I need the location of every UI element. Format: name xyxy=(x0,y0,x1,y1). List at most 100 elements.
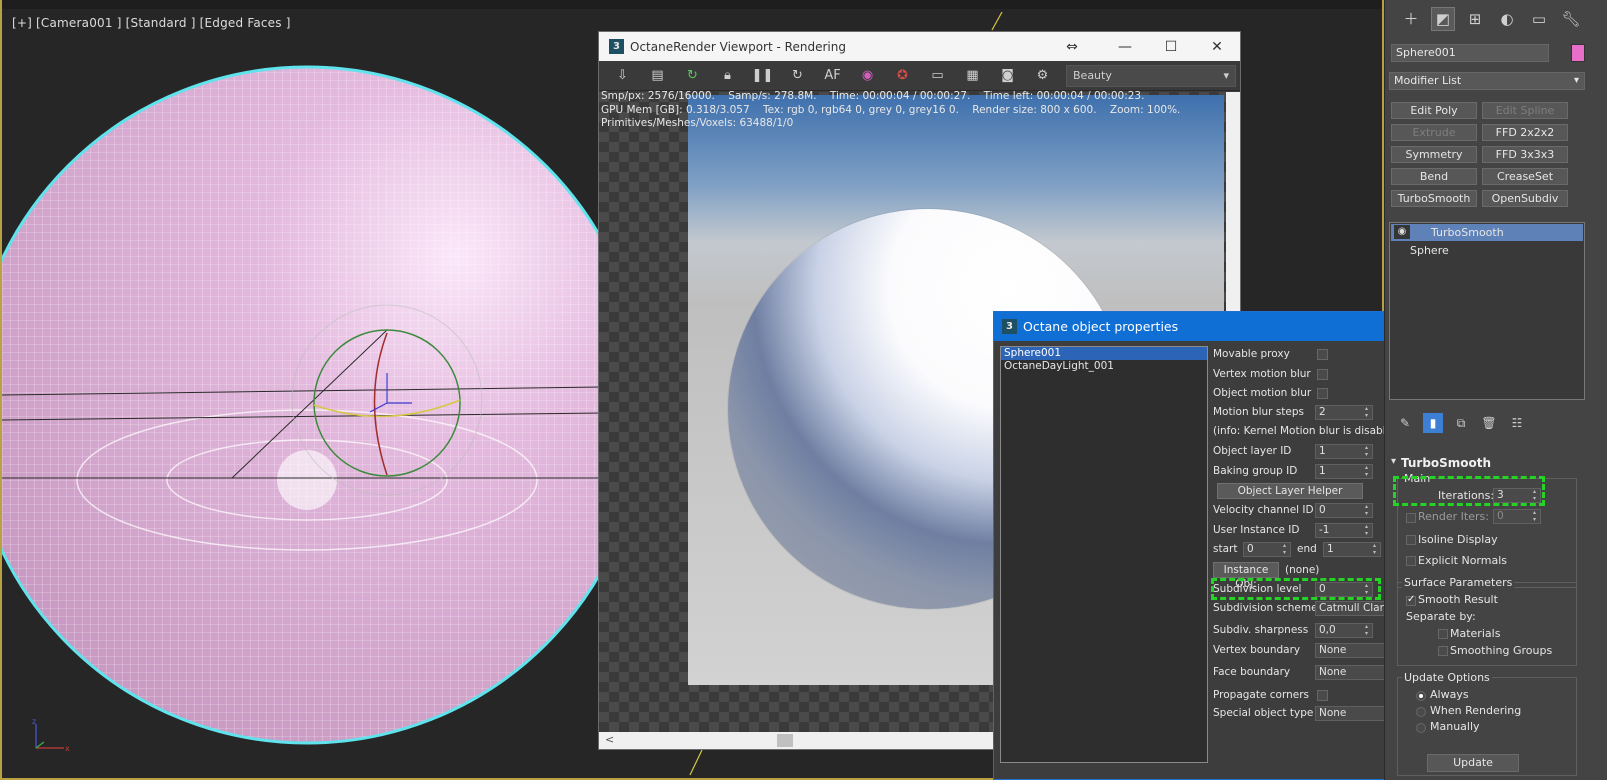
command-panel-tabs: ＋ ◩ ⊞ ◐ ▭ 🔧︎ xyxy=(1385,0,1607,37)
maximize-button[interactable]: ☐ xyxy=(1148,32,1194,61)
color-picker-icon[interactable]: ◉ xyxy=(850,63,885,89)
object-motion-blur-checkbox[interactable] xyxy=(1317,388,1328,399)
utilities-icon[interactable]: 🔧︎ xyxy=(1559,7,1583,31)
motion-blur-steps-row: Motion blur steps 2 xyxy=(1213,404,1409,422)
modifier-button[interactable]: Extrude xyxy=(1391,124,1477,141)
create-icon[interactable]: ＋ xyxy=(1399,7,1423,31)
modifier-list-dropdown[interactable]: Modifier List xyxy=(1389,72,1585,90)
modifier-button[interactable]: Edit Poly xyxy=(1391,102,1477,119)
scroll-left-icon[interactable]: < xyxy=(605,733,614,746)
refresh-icon[interactable]: ↻ xyxy=(780,63,815,89)
stack-item-turbosmooth[interactable]: ◉ TurboSmooth xyxy=(1391,224,1583,241)
end-spinner[interactable]: 1 xyxy=(1323,542,1381,557)
modifier-button[interactable]: TurboSmooth xyxy=(1391,190,1477,207)
remove-modifier-icon[interactable]: 🗑︎ xyxy=(1479,413,1499,433)
render-iters-checkbox[interactable] xyxy=(1406,513,1416,523)
motion-blur-steps-label: Motion blur steps xyxy=(1213,406,1305,418)
explicit-normals-checkbox[interactable] xyxy=(1406,556,1416,566)
render-iters-spinner[interactable]: 0 xyxy=(1493,509,1541,524)
modifier-button[interactable]: FFD 3x3x3 xyxy=(1482,146,1568,163)
list-item[interactable]: Sphere001 xyxy=(1001,347,1207,360)
render-iters-label: Render Iters: xyxy=(1418,510,1489,523)
display-icon[interactable]: ▭ xyxy=(1527,7,1551,31)
baking-group-id-spinner[interactable]: 1 xyxy=(1315,464,1373,479)
modifier-button[interactable]: Edit Spline xyxy=(1482,102,1568,119)
subdivision-level-highlight xyxy=(1211,578,1381,600)
close-button[interactable]: ✕ xyxy=(1194,32,1240,61)
modifier-stack[interactable]: ◉ TurboSmooth Sphere xyxy=(1389,222,1585,400)
smoothing-groups-checkbox[interactable] xyxy=(1438,646,1448,656)
octane-object-properties-dialog[interactable]: 3 Octane object properties ✕ Sphere001 O… xyxy=(993,311,1415,780)
oop-titlebar[interactable]: 3 Octane object properties ✕ xyxy=(994,312,1414,341)
scroll-thumb[interactable] xyxy=(777,734,793,747)
focus-picker-icon[interactable]: AF xyxy=(815,63,850,89)
special-object-type-row: Special object type None xyxy=(1213,705,1409,723)
when-rendering-radio[interactable] xyxy=(1416,707,1426,717)
restart-render-icon[interactable]: ↻ xyxy=(675,63,710,89)
configure-sets-icon[interactable]: ☷ xyxy=(1507,413,1527,433)
propagate-corners-checkbox[interactable] xyxy=(1317,690,1328,701)
stack-item-sphere[interactable]: Sphere xyxy=(1390,242,1584,259)
instance-obj-button[interactable]: Instance Obj: xyxy=(1213,562,1279,590)
object-color-swatch[interactable] xyxy=(1571,44,1585,62)
vertex-motion-blur-checkbox[interactable] xyxy=(1317,369,1328,380)
object-motion-blur-label: Object motion blur xyxy=(1213,387,1312,399)
motion-blur-info-text: (info: Kernel Motion blur is disabled.) xyxy=(1213,425,1407,437)
make-unique-icon[interactable]: ⧉ xyxy=(1451,413,1471,433)
hierarchy-icon[interactable]: ⊞ xyxy=(1463,7,1487,31)
movable-proxy-label: Movable proxy xyxy=(1213,348,1290,360)
subdivision-scheme-label: Subdivision scheme xyxy=(1213,602,1318,614)
manually-radio[interactable] xyxy=(1416,723,1426,733)
lock-icon[interactable]: 🔒︎ xyxy=(710,63,745,89)
velocity-channel-id-spinner[interactable]: 0 xyxy=(1315,503,1373,518)
minimize-button[interactable]: — xyxy=(1102,32,1148,61)
object-list[interactable]: Sphere001 OctaneDayLight_001 xyxy=(1000,346,1208,763)
rollout-collapse-icon[interactable]: ▾ xyxy=(1391,456,1396,467)
smooth-result-checkbox[interactable] xyxy=(1406,594,1416,606)
update-options-title: Update Options xyxy=(1402,671,1492,684)
copy-clipboard-icon[interactable]: ▤ xyxy=(640,63,675,89)
modifier-button[interactable]: Bend xyxy=(1391,168,1477,185)
render-statistics: Smp/px: 2576/16000. Samp/s: 278.8M. Time… xyxy=(601,90,1180,131)
modifier-button[interactable]: CreaseSet xyxy=(1482,168,1568,185)
movable-proxy-checkbox[interactable] xyxy=(1317,349,1328,360)
modifier-button[interactable]: FFD 2x2x2 xyxy=(1482,124,1568,141)
modify-icon[interactable]: ◩ xyxy=(1431,6,1455,31)
film-region-icon[interactable]: ▦ xyxy=(955,63,990,89)
settings-gear-icon[interactable]: ⚙ xyxy=(1025,63,1060,89)
pin-stack-icon[interactable]: ✎ xyxy=(1395,413,1415,433)
show-end-result-icon[interactable]: ▮ xyxy=(1423,413,1443,433)
isoline-display-checkbox[interactable] xyxy=(1406,535,1416,545)
camera-icon[interactable]: ◙ xyxy=(990,63,1025,89)
subdiv-sharpness-spinner[interactable]: 0,0 xyxy=(1315,623,1373,638)
region-render-icon[interactable]: ▭ xyxy=(920,63,955,89)
velocity-channel-id-label: Velocity channel ID xyxy=(1213,504,1314,516)
user-instance-id-spinner[interactable]: -1 xyxy=(1315,523,1373,538)
motion-blur-steps-spinner[interactable]: 2 xyxy=(1315,405,1373,420)
save-image-icon[interactable]: ⇩ xyxy=(605,63,640,89)
baking-group-id-row: Baking group ID 1 xyxy=(1213,463,1409,481)
viewport-label[interactable]: [+] [Camera001 ] [Standard ] [Edged Face… xyxy=(12,16,291,30)
iterations-highlight xyxy=(1393,476,1545,506)
pause-icon[interactable]: ❚❚ xyxy=(745,63,780,89)
when-rendering-label: When Rendering xyxy=(1430,704,1522,717)
motion-icon[interactable]: ◐ xyxy=(1495,7,1519,31)
modifier-button[interactable]: OpenSubdiv xyxy=(1482,190,1568,207)
object-name-field[interactable]: Sphere001 xyxy=(1391,44,1549,62)
object-properties-panel: Movable proxy Vertex motion blur Object … xyxy=(1211,346,1409,766)
modifier-button[interactable]: Symmetry xyxy=(1391,146,1477,163)
object-layer-id-spinner[interactable]: 1 xyxy=(1315,444,1373,459)
render-window-titlebar[interactable]: 3 OctaneRender Viewport - Rendering ⇔ — … xyxy=(599,32,1240,61)
propagate-corners-label: Propagate corners xyxy=(1213,689,1310,701)
subdiv-sharpness-row: Subdiv. sharpness 0,0 xyxy=(1213,622,1409,640)
material-picker-icon[interactable]: ✪ xyxy=(885,63,920,89)
update-button[interactable]: Update xyxy=(1427,754,1519,772)
materials-checkbox[interactable] xyxy=(1438,629,1448,639)
start-spinner[interactable]: 0 xyxy=(1243,542,1291,557)
materials-label: Materials xyxy=(1450,627,1501,640)
object-layer-helper-button[interactable]: Object Layer Helper xyxy=(1217,483,1363,499)
eye-icon[interactable]: ◉ xyxy=(1394,225,1410,239)
render-pass-select[interactable]: Beauty ▾ xyxy=(1066,64,1236,87)
list-item[interactable]: OctaneDayLight_001 xyxy=(1001,360,1207,373)
always-radio[interactable] xyxy=(1416,691,1426,701)
